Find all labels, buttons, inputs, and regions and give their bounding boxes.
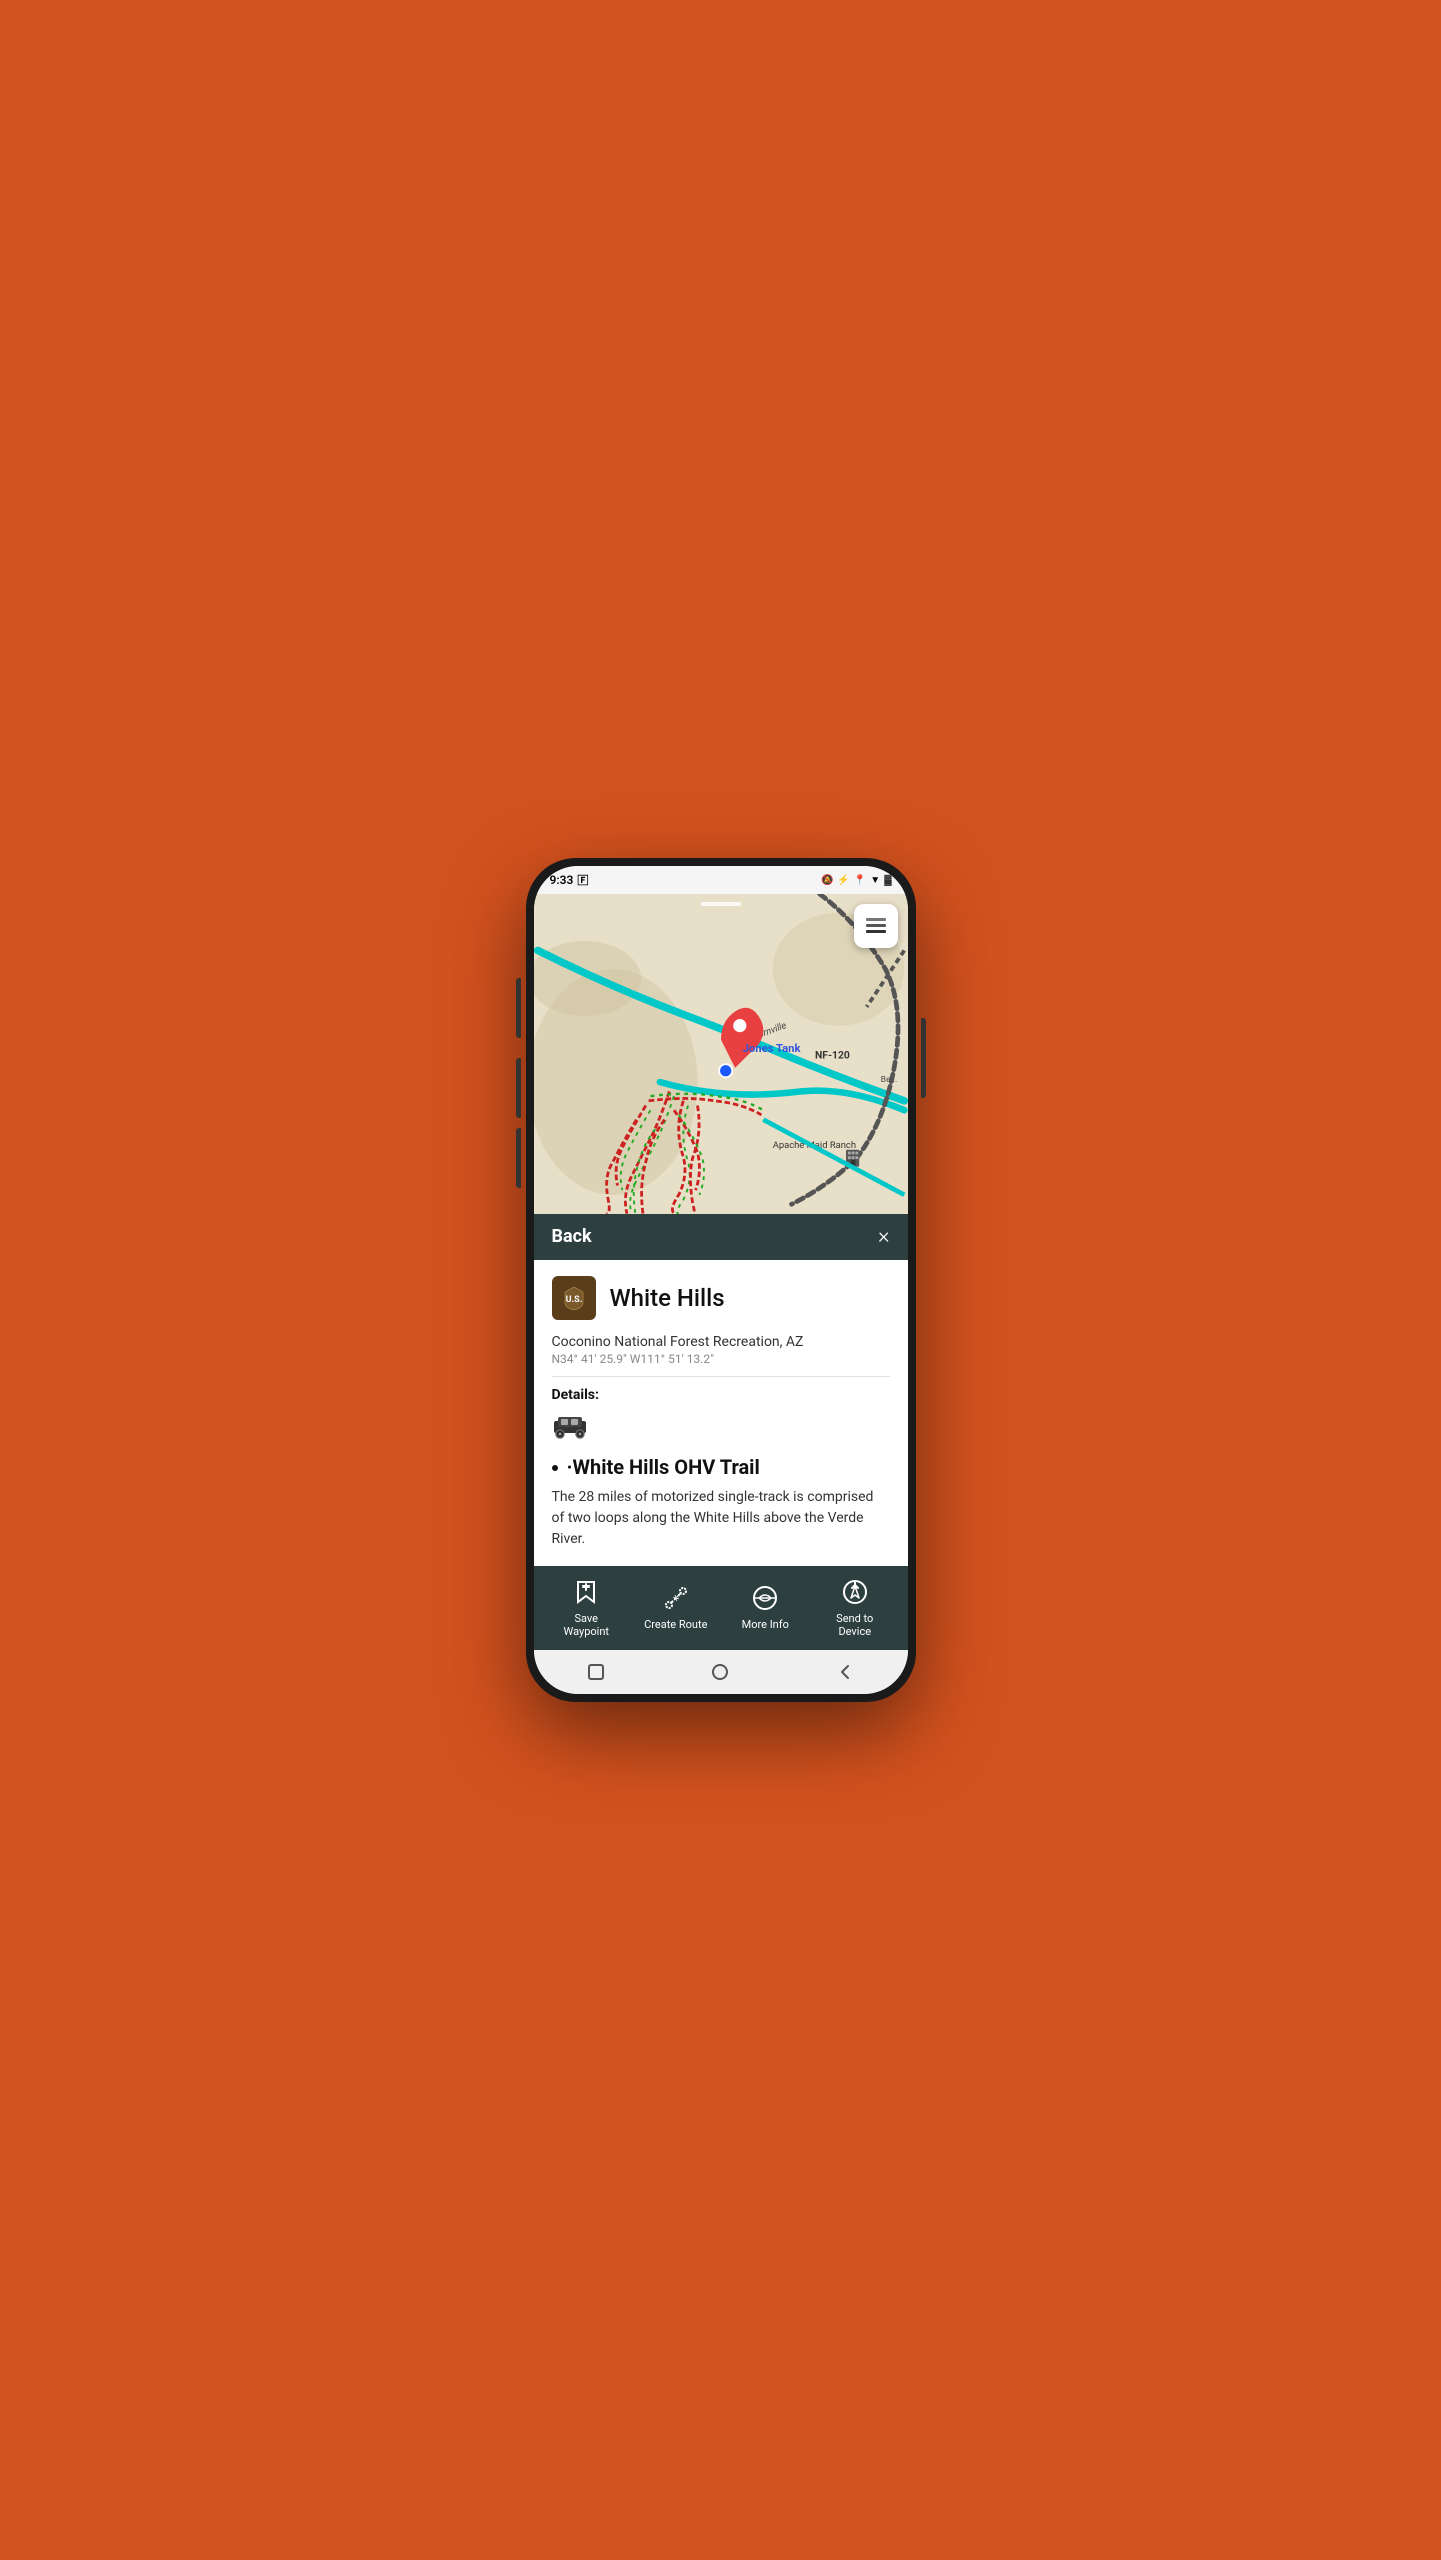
battery-icon: ▓ — [884, 875, 891, 886]
more-info-icon — [749, 1582, 781, 1614]
create-route-icon — [660, 1582, 692, 1614]
trail-name: ·White Hills OHV Trail — [552, 1455, 890, 1479]
back-button[interactable]: Back — [552, 1226, 592, 1247]
map-label-nf120: NF-120 — [815, 1049, 850, 1062]
save-waypoint-label: SaveWaypoint — [564, 1612, 610, 1638]
status-right: 🔕 ⚡ 📍 ▼ ▓ — [821, 875, 892, 886]
save-waypoint-icon — [570, 1576, 602, 1608]
drag-indicator — [701, 902, 741, 906]
status-bar: 9:33 🄵 🔕 ⚡ 📍 ▼ ▓ — [534, 866, 908, 894]
phone-frame: 9:33 🄵 🔕 ⚡ 📍 ▼ ▓ — [526, 858, 916, 1702]
place-name: White Hills — [610, 1284, 725, 1312]
send-to-device-label: Send toDevice — [836, 1612, 873, 1638]
bottom-sheet: Back × U.S. White Hills Coco — [534, 1214, 908, 1650]
send-to-device-icon — [839, 1576, 871, 1608]
nav-back-button[interactable] — [836, 1663, 854, 1681]
sheet-content: U.S. White Hills Coconino National Fores… — [534, 1260, 908, 1566]
save-waypoint-button[interactable]: SaveWaypoint — [550, 1576, 622, 1638]
svg-text:U.S.: U.S. — [565, 1295, 582, 1305]
details-label: Details: — [552, 1387, 890, 1403]
map-label-be: Be... — [880, 1075, 896, 1085]
signal-icon: 🄵 — [577, 872, 588, 888]
location-icon: 📍 — [854, 875, 866, 886]
send-to-device-button[interactable]: Send toDevice — [819, 1576, 891, 1638]
bluetooth-icon: ⚡ — [837, 875, 849, 886]
sheet-header: Back × — [534, 1214, 908, 1260]
close-button[interactable]: × — [878, 1226, 890, 1248]
nav-square-button[interactable] — [587, 1663, 605, 1681]
layer-button[interactable] — [854, 904, 898, 948]
bullet-dot — [552, 1465, 558, 1471]
bottom-toolbar: SaveWaypoint Create Route — [534, 1566, 908, 1650]
nav-circle-button[interactable] — [711, 1663, 729, 1681]
more-info-button[interactable]: More Info — [729, 1582, 801, 1631]
create-route-button[interactable]: Create Route — [640, 1582, 712, 1631]
more-info-label: More Info — [742, 1618, 789, 1631]
place-subtitle: Coconino National Forest Recreation, AZ — [552, 1334, 890, 1350]
vehicle-icon — [552, 1411, 890, 1445]
phone-screen: 9:33 🄵 🔕 ⚡ 📍 ▼ ▓ — [534, 866, 908, 1694]
place-coords: N34° 41' 25.9" W111° 51' 13.2" — [552, 1352, 890, 1377]
map-label-jones-tank: Jones Tank — [742, 1042, 801, 1055]
mute-icon: 🔕 — [821, 875, 833, 886]
time-display: 9:33 — [550, 873, 574, 887]
nav-bar — [534, 1650, 908, 1694]
usfs-logo: U.S. — [552, 1276, 596, 1320]
trail-desc: The 28 miles of motorized single-track i… — [552, 1487, 890, 1550]
map-area[interactable]: Cornville NF-120 Apache Maid Ranch — [534, 894, 908, 1214]
place-header: U.S. White Hills — [552, 1276, 890, 1320]
create-route-label: Create Route — [644, 1618, 707, 1631]
status-left: 9:33 🄵 — [550, 872, 589, 888]
wifi-icon: ▼ — [870, 875, 880, 886]
map-svg: Cornville NF-120 Apache Maid Ranch — [534, 894, 908, 1214]
